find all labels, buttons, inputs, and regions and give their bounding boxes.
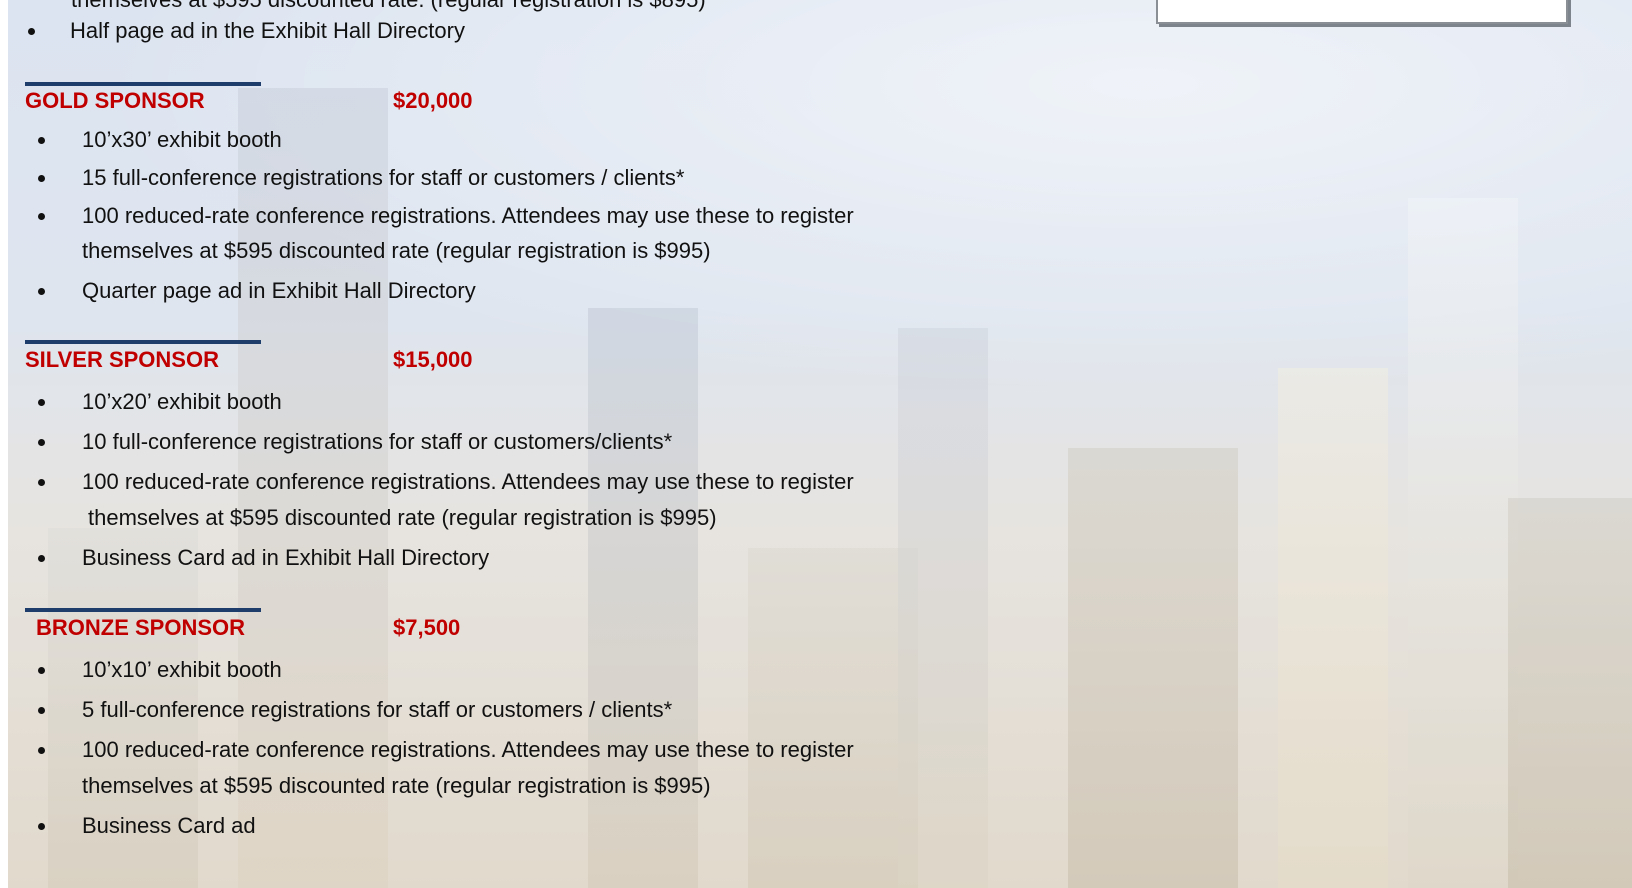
bullet-dot (38, 555, 45, 562)
section-rule (25, 82, 261, 86)
bullet-dot (38, 747, 45, 754)
list-item-continuation: themselves at $595 discounted rate (regu… (88, 505, 717, 530)
bullet-dot (38, 707, 45, 714)
list-item-text: 15 full-conference registrations for sta… (82, 165, 685, 190)
bullet-dot (38, 213, 45, 220)
sponsorship-content: themselves at $595 discounted rate. (reg… (8, 0, 1632, 888)
list-item-continuation: themselves at $595 discounted rate (regu… (82, 773, 711, 798)
list-item-text: Quarter page ad in Exhibit Hall Director… (82, 278, 476, 303)
tier-name-bronze: BRONZE SPONSOR (36, 615, 246, 640)
list-item-text: 100 reduced-rate conference registration… (82, 469, 854, 494)
bullet-dot (38, 137, 45, 144)
list-item-text: Half page ad in the Exhibit Hall Directo… (70, 18, 465, 43)
clipped-continuation-line: themselves at $595 discounted rate. (reg… (71, 0, 706, 13)
list-item-text: 10’x10’ exhibit booth (82, 657, 282, 682)
bullet-dot (38, 288, 45, 295)
section-rule (25, 340, 261, 344)
list-item-text: 10’x30’ exhibit booth (82, 127, 282, 152)
document-page: themselves at $595 discounted rate. (reg… (8, 0, 1632, 888)
list-item-text: Business Card ad (82, 813, 256, 838)
tier-name-silver: SILVER SPONSOR (25, 347, 219, 372)
bullet-dot (38, 439, 45, 446)
list-item-text: 100 reduced-rate conference registration… (82, 203, 854, 228)
bullet-dot (38, 479, 45, 486)
bullet-dot (38, 823, 45, 830)
list-item-text: Business Card ad in Exhibit Hall Directo… (82, 545, 490, 570)
tier-price-gold: $20,000 (393, 88, 473, 113)
tier-name-gold: GOLD SPONSOR (25, 88, 205, 113)
list-item-continuation: themselves at $595 discounted rate (regu… (82, 238, 711, 263)
bullet-dot (38, 399, 45, 406)
tier-price-silver: $15,000 (393, 347, 473, 372)
section-rule (25, 608, 261, 612)
bullet-dot (38, 175, 45, 182)
list-item-text: 10 full-conference registrations for sta… (82, 429, 673, 454)
bullet-dot (28, 28, 35, 35)
list-item-text: 10’x20’ exhibit booth (82, 389, 282, 414)
tier-price-bronze: $7,500 (393, 615, 461, 640)
list-item-text: 5 full-conference registrations for staf… (82, 697, 673, 722)
list-item-text: 100 reduced-rate conference registration… (82, 737, 854, 762)
bullet-dot (38, 667, 45, 674)
